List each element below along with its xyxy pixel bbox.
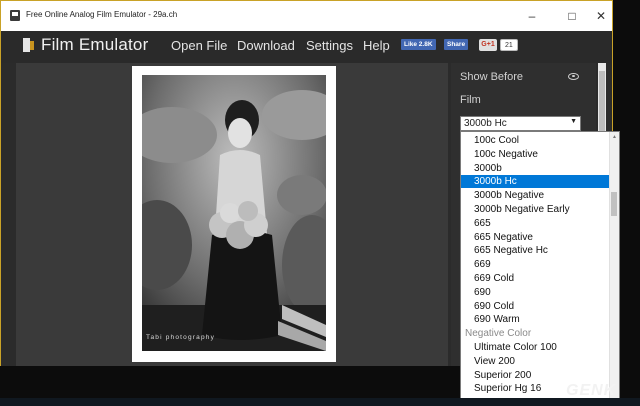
image-canvas: Tabi photography (16, 63, 448, 366)
app-icon (10, 10, 20, 21)
minimize-icon[interactable]: – (521, 5, 543, 27)
film-label: Film (460, 94, 481, 106)
dropdown-option-label: 690 (474, 286, 491, 298)
facebook-like-button[interactable]: Like 2.8K (401, 39, 436, 50)
dropdown-option-label: 669 Cold (474, 273, 515, 284)
dropdown-option-label: Ultimate Color 100 (474, 342, 557, 353)
nav-settings[interactable]: Settings (306, 38, 353, 53)
dropdown-option[interactable]: 3000b (461, 162, 610, 175)
nav-open-file[interactable]: Open File (171, 38, 227, 53)
dropdown-option[interactable]: 669 (461, 258, 610, 271)
window-title: Free Online Analog Film Emulator - 29a.c… (26, 10, 178, 19)
dropdown-option-label: 100c Cool (474, 135, 520, 146)
title-bar: Free Online Analog Film Emulator - 29a.c… (1, 1, 612, 31)
dropdown-option[interactable]: Superior 200 (461, 369, 610, 382)
nav-download[interactable]: Download (237, 38, 295, 53)
film-select[interactable]: 3000b Hc ▼ (460, 116, 581, 131)
dropdown-option-label: 3000b Negative (474, 190, 545, 202)
dropdown-scrollbar[interactable] (609, 132, 619, 405)
film-dropdown-list[interactable]: 100c Cool 100c Negative 3000b 3000b Hc 3000b… (460, 131, 620, 406)
dropdown-option-label: 3000b Hc (474, 176, 517, 188)
dropdown-option[interactable]: 3000b Hc (461, 175, 610, 189)
dropdown-option-label: 665 (474, 217, 491, 229)
taskbar (0, 398, 640, 406)
dropdown-option-label: Superior 200 (474, 369, 532, 381)
preview-photo (142, 75, 326, 351)
photo-frame: Tabi photography (132, 66, 336, 362)
film-logo-icon (23, 38, 34, 52)
dropdown-option-label: 100c Negative (474, 148, 538, 160)
dropdown-option-label: Negative Color (465, 328, 532, 340)
dropdown-option-label: Superior Hg 16 (474, 383, 542, 395)
dropdown-scrollbar-thumb[interactable] (611, 192, 617, 216)
dropdown-option-label: View 200 (474, 355, 515, 367)
dropdown-option[interactable]: 669 Cold (461, 272, 610, 285)
scroll-up-icon[interactable]: ▲ (610, 133, 619, 141)
dropdown-option[interactable]: 690 Cold (461, 300, 610, 313)
dropdown-option-label: 669 (474, 259, 491, 271)
dropdown-option[interactable]: Ultimate Color 100 (461, 341, 610, 354)
dropdown-option[interactable]: 100c Cool (461, 134, 610, 147)
dropdown-option-label: 690 Cold (474, 300, 515, 312)
panel-scrollbar-thumb[interactable] (599, 71, 605, 131)
dropdown-option[interactable]: View 200 (461, 355, 610, 368)
dropdown-group-label: Negative Color (461, 327, 610, 340)
genk-logo: GENK (566, 382, 617, 399)
facebook-share-button[interactable]: Share (444, 39, 469, 50)
show-before-label[interactable]: Show Before (460, 71, 523, 83)
dropdown-option[interactable]: 665 Negative (461, 231, 610, 244)
google-plus-count: 21 (500, 39, 518, 51)
dropdown-option-label: 665 Negative (474, 231, 533, 243)
dropdown-option[interactable]: 100c Negative (461, 148, 610, 161)
dropdown-option[interactable]: 665 (461, 217, 610, 230)
dropdown-option[interactable]: 690 (461, 286, 610, 299)
dropdown-option-label: 690 Warm (474, 314, 520, 326)
dropdown-option[interactable]: 3000b Negative Early (461, 203, 610, 216)
dropdown-option[interactable]: 690 Warm (461, 313, 610, 326)
brand-title[interactable]: Film Emulator (41, 35, 148, 55)
close-icon[interactable]: ✕ (590, 5, 612, 27)
film-select-value: 3000b Hc (464, 118, 507, 129)
google-plus-button[interactable]: G+1 (479, 39, 497, 51)
nav-help[interactable]: Help (363, 38, 390, 53)
dropdown-option[interactable]: 3000b Negative (461, 189, 610, 202)
dropdown-option-label: 665 Negative Hc (474, 245, 548, 257)
dropdown-option-label: 3000b (474, 162, 502, 174)
top-nav: Film Emulator Open File Download Setting… (1, 31, 612, 63)
photo-watermark: Tabi photography (146, 334, 216, 341)
dropdown-option-label: 3000b Negative Early (474, 204, 570, 215)
chevron-down-icon: ▼ (570, 118, 577, 125)
dropdown-option[interactable]: 665 Negative Hc (461, 244, 610, 257)
maximize-icon[interactable]: □ (561, 5, 583, 27)
eye-icon[interactable] (568, 73, 579, 80)
